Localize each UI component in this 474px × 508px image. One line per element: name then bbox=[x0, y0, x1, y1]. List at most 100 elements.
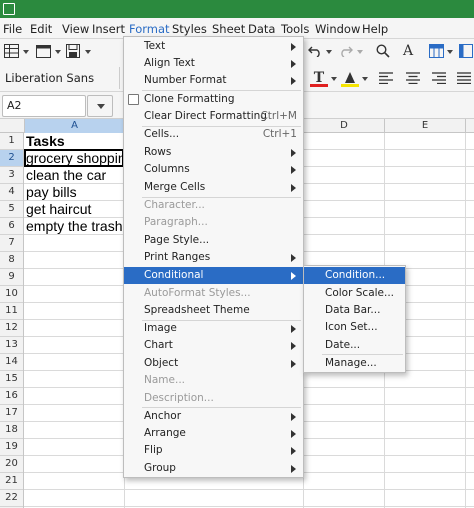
format-menu-autoformat-styles[interactable]: AutoFormat Styles... bbox=[124, 285, 303, 302]
row-header-6[interactable]: 6 bbox=[0, 218, 23, 235]
row-header-22[interactable]: 22 bbox=[0, 490, 23, 507]
redo-dropdown-caret[interactable] bbox=[357, 50, 363, 54]
format-menu-group[interactable]: Group bbox=[124, 460, 303, 477]
row-header-5[interactable]: 5 bbox=[0, 201, 23, 218]
align-right-icon[interactable] bbox=[431, 70, 447, 86]
format-menu-page-style[interactable]: Page Style... bbox=[124, 232, 303, 249]
row-header-2[interactable]: 2 bbox=[0, 150, 23, 167]
format-menu-align-text[interactable]: Align Text bbox=[124, 55, 303, 72]
cell-a1[interactable]: Tasks bbox=[26, 133, 122, 150]
format-menu-chart[interactable]: Chart bbox=[124, 337, 303, 354]
format-menu-image[interactable]: Image bbox=[124, 320, 303, 337]
format-menu-rows[interactable]: Rows bbox=[124, 144, 303, 161]
find-replace-icon[interactable] bbox=[375, 43, 391, 59]
cell-a5[interactable]: get haircut bbox=[26, 201, 122, 218]
conditional-menu-icon-set[interactable]: Icon Set... bbox=[304, 319, 405, 336]
menu-view[interactable]: View bbox=[62, 21, 89, 37]
row-header-3[interactable]: 3 bbox=[0, 167, 23, 184]
cell-a6[interactable]: empty the trash bbox=[26, 218, 122, 235]
row-header-12[interactable]: 12 bbox=[0, 320, 23, 337]
format-menu-print-ranges[interactable]: Print Ranges bbox=[124, 249, 303, 266]
font-name-box[interactable]: Liberation Sans bbox=[0, 67, 120, 89]
format-menu-clear-direct-formatting[interactable]: Clear Direct Formatting Ctrl+M bbox=[124, 108, 303, 125]
format-menu-spreadsheet-theme[interactable]: Spreadsheet Theme bbox=[124, 302, 303, 319]
row-header-8[interactable]: 8 bbox=[0, 252, 23, 269]
row-header-4[interactable]: 4 bbox=[0, 184, 23, 201]
menu-help[interactable]: Help bbox=[362, 21, 388, 37]
row-header-9[interactable]: 9 bbox=[0, 269, 23, 286]
row-header-18[interactable]: 18 bbox=[0, 422, 23, 439]
justify-icon[interactable] bbox=[456, 70, 472, 86]
undo-dropdown-caret[interactable] bbox=[326, 50, 332, 54]
save-icon[interactable] bbox=[65, 43, 81, 59]
spelling-icon[interactable]: A bbox=[400, 42, 416, 60]
row-header-11[interactable]: 11 bbox=[0, 303, 23, 320]
row-header-20[interactable]: 20 bbox=[0, 456, 23, 473]
font-color-dropdown-caret[interactable] bbox=[331, 77, 337, 81]
conditional-menu-date[interactable]: Date... bbox=[304, 337, 405, 354]
cell-a4[interactable]: pay bills bbox=[26, 184, 122, 201]
new-dropdown-caret[interactable] bbox=[23, 50, 29, 54]
format-menu-conditional[interactable]: Conditional bbox=[124, 267, 303, 284]
column-header-d[interactable]: D bbox=[304, 119, 385, 133]
open-dropdown-caret[interactable] bbox=[55, 50, 61, 54]
row-header-21[interactable]: 21 bbox=[0, 473, 23, 490]
row-header-14[interactable]: 14 bbox=[0, 354, 23, 371]
conditional-menu-color-scale[interactable]: Color Scale... bbox=[304, 285, 405, 302]
menu-edit[interactable]: Edit bbox=[30, 21, 52, 37]
row-header-10[interactable]: 10 bbox=[0, 286, 23, 303]
format-menu-anchor[interactable]: Anchor bbox=[124, 408, 303, 425]
format-menu-character[interactable]: Character... bbox=[124, 197, 303, 214]
menu-tools[interactable]: Tools bbox=[281, 21, 309, 37]
format-menu-arrange[interactable]: Arrange bbox=[124, 425, 303, 442]
format-menu-cells[interactable]: Cells... Ctrl+1 bbox=[124, 126, 303, 143]
align-center-icon[interactable] bbox=[405, 70, 421, 86]
format-menu-paragraph[interactable]: Paragraph... bbox=[124, 214, 303, 231]
format-menu-object[interactable]: Object bbox=[124, 355, 303, 372]
conditional-menu-manage[interactable]: Manage... bbox=[304, 355, 405, 372]
format-menu-text[interactable]: Text bbox=[124, 38, 303, 55]
format-menu-columns[interactable]: Columns bbox=[124, 161, 303, 178]
menu-item-label: Description... bbox=[144, 392, 214, 404]
menu-sheet[interactable]: Sheet bbox=[212, 21, 245, 37]
row-header-1[interactable]: 1 bbox=[0, 133, 23, 150]
row-header-17[interactable]: 17 bbox=[0, 405, 23, 422]
row-header-7[interactable]: 7 bbox=[0, 235, 23, 252]
new-document-icon[interactable] bbox=[3, 43, 19, 59]
conditional-menu-condition[interactable]: Condition... bbox=[304, 267, 405, 284]
row-header-16[interactable]: 16 bbox=[0, 388, 23, 405]
format-menu-name[interactable]: Name... bbox=[124, 372, 303, 389]
grid-line bbox=[24, 506, 474, 507]
row-layout-icon[interactable] bbox=[428, 43, 444, 59]
open-folder-icon[interactable] bbox=[35, 43, 51, 59]
highlight-dropdown-caret[interactable] bbox=[362, 77, 368, 81]
menu-window[interactable]: Window bbox=[315, 21, 360, 37]
row-header-19[interactable]: 19 bbox=[0, 439, 23, 456]
format-menu-description[interactable]: Description... bbox=[124, 390, 303, 407]
conditional-menu-data-bar[interactable]: Data Bar... bbox=[304, 302, 405, 319]
select-all-corner[interactable] bbox=[0, 119, 25, 133]
menu-data[interactable]: Data bbox=[248, 21, 275, 37]
name-box[interactable]: A2 bbox=[2, 95, 86, 117]
row-header-13[interactable]: 13 bbox=[0, 337, 23, 354]
highlight-color-icon[interactable] bbox=[341, 69, 359, 85]
row-layout-dropdown-caret[interactable] bbox=[447, 50, 453, 54]
column-layout-icon[interactable] bbox=[458, 43, 474, 59]
format-menu-merge-cells[interactable]: Merge Cells bbox=[124, 179, 303, 196]
format-menu-flip[interactable]: Flip bbox=[124, 442, 303, 459]
menu-format[interactable]: Format bbox=[127, 21, 172, 40]
name-box-dropdown[interactable] bbox=[87, 95, 113, 117]
row-header-15[interactable]: 15 bbox=[0, 371, 23, 388]
menu-file[interactable]: File bbox=[3, 21, 22, 37]
redo-icon[interactable] bbox=[338, 43, 354, 59]
undo-icon[interactable] bbox=[307, 43, 323, 59]
cell-a3[interactable]: clean the car bbox=[26, 167, 122, 184]
menu-styles[interactable]: Styles bbox=[172, 21, 207, 37]
column-header-a[interactable]: A bbox=[25, 119, 125, 133]
format-menu-clone-formatting[interactable]: Clone Formatting bbox=[124, 91, 303, 108]
save-dropdown-caret[interactable] bbox=[85, 50, 91, 54]
format-menu-number-format[interactable]: Number Format bbox=[124, 72, 303, 89]
menu-insert[interactable]: Insert bbox=[92, 21, 125, 37]
column-header-e[interactable]: E bbox=[385, 119, 466, 133]
align-left-icon[interactable] bbox=[378, 70, 394, 86]
